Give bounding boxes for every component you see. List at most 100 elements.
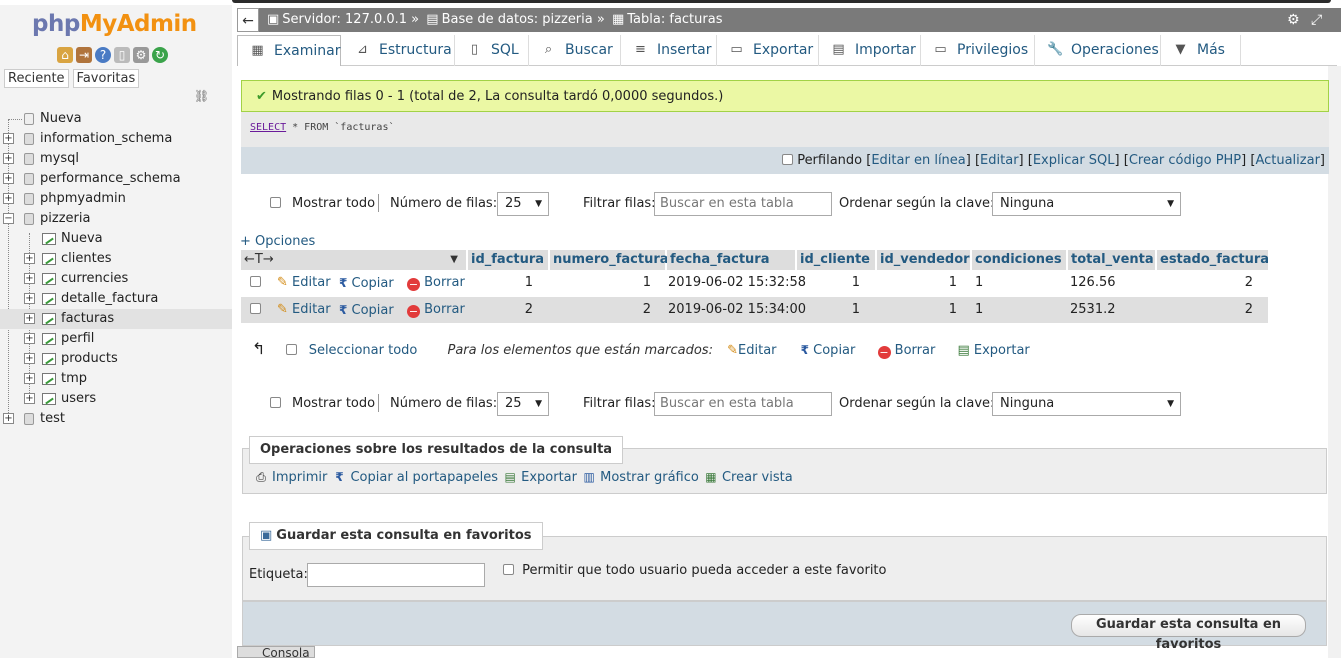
page-scrollbar[interactable]: [1328, 66, 1341, 658]
cell-numero-factura[interactable]: 2: [550, 297, 651, 323]
profiling-checkbox[interactable]: [782, 154, 794, 165]
tree-item-pizzeria[interactable]: − pizzeria: [0, 209, 232, 229]
console-tab[interactable]: Consola: [237, 646, 315, 658]
bulk-delete-button[interactable]: Borrar: [895, 343, 936, 358]
link-icon[interactable]: ⛓: [194, 89, 209, 103]
cell-id-cliente[interactable]: 1: [797, 270, 860, 296]
row-edit-link[interactable]: Editar: [292, 275, 331, 290]
expand-icon[interactable]: +: [24, 353, 35, 364]
tree-item-detalle-factura[interactable]: + detalle_factura: [0, 289, 232, 309]
tab-estructura[interactable]: ⊿ Estructura: [343, 35, 455, 66]
cell-estado-factura[interactable]: 2: [1157, 297, 1253, 323]
col-id-vendedor[interactable]: id_vendedor: [877, 250, 972, 270]
col-fecha-factura[interactable]: fecha_factura: [667, 250, 797, 270]
tab-examinar[interactable]: ▦ Examinar: [237, 35, 341, 66]
cell-condiciones[interactable]: 1: [975, 297, 983, 323]
tab-privilegios[interactable]: ▭ Privilegios: [921, 35, 1035, 66]
cell-id-cliente[interactable]: 1: [797, 297, 860, 323]
breadcrumb-table[interactable]: Tabla: facturas: [627, 12, 722, 27]
select-all-checkbox[interactable]: [285, 344, 297, 355]
filter-input[interactable]: Buscar en esta tabla: [654, 392, 832, 416]
column-arrows[interactable]: ←T→ ▼: [241, 250, 468, 270]
docs-icon[interactable]: ▯: [114, 47, 130, 63]
exit-icon[interactable]: ⇥: [76, 47, 92, 63]
col-total-venta[interactable]: total_venta: [1068, 250, 1157, 270]
expand-icon[interactable]: +: [3, 133, 14, 144]
tree-item-currencies[interactable]: + currencies: [0, 269, 232, 289]
rows-select[interactable]: 25 ▼: [497, 392, 549, 416]
collapse-icon[interactable]: −: [3, 213, 14, 224]
select-all-link[interactable]: Seleccionar todo: [309, 343, 418, 358]
tree-item-new-table[interactable]: Nueva: [0, 229, 232, 249]
tab-mas[interactable]: ▼ Más: [1161, 35, 1241, 66]
expand-icon[interactable]: +: [3, 173, 14, 184]
filter-input[interactable]: Buscar en esta tabla: [654, 192, 832, 216]
cell-id-factura[interactable]: 2: [468, 297, 533, 323]
tree-item-mysql[interactable]: + mysql: [0, 149, 232, 169]
shared-checkbox[interactable]: [503, 564, 514, 575]
fullscreen-icon[interactable]: ⤢: [1311, 8, 1322, 32]
row-copy-link[interactable]: Copiar: [352, 276, 394, 291]
tree-item-performance-schema[interactable]: + performance_schema: [0, 169, 232, 189]
expand-icon[interactable]: +: [24, 273, 35, 284]
tree-item-phpmyadmin[interactable]: + phpmyadmin: [0, 189, 232, 209]
col-condiciones[interactable]: condiciones: [972, 250, 1068, 270]
reload-icon[interactable]: ↻: [152, 47, 168, 63]
tree-item-perfil[interactable]: + perfil: [0, 329, 232, 349]
expand-icon[interactable]: +: [3, 153, 14, 164]
expand-icon[interactable]: +: [24, 333, 35, 344]
rows-select[interactable]: 25 ▼: [497, 192, 549, 216]
help-icon[interactable]: ?: [95, 47, 111, 63]
breadcrumb-database[interactable]: Base de datos: pizzeria »: [442, 12, 605, 27]
bulk-copy-button[interactable]: Copiar: [813, 343, 855, 358]
create-php-code-link[interactable]: Crear código PHP: [1129, 153, 1241, 168]
row-copy-link[interactable]: Copiar: [352, 303, 394, 318]
home-icon[interactable]: ⌂: [57, 47, 73, 63]
save-bookmark-button[interactable]: Guardar esta consulta en favoritos: [1071, 614, 1306, 652]
col-estado-factura[interactable]: estado_factura: [1157, 250, 1269, 270]
col-id-cliente[interactable]: id_cliente: [797, 250, 877, 270]
print-link[interactable]: Imprimir: [272, 470, 327, 485]
tree-item-information-schema[interactable]: + information_schema: [0, 129, 232, 149]
expand-icon[interactable]: +: [24, 373, 35, 384]
tab-buscar[interactable]: ⌕ Buscar: [529, 35, 621, 66]
settings-icon[interactable]: ⚙: [133, 47, 149, 63]
cell-total-venta[interactable]: 126.56: [1070, 270, 1116, 296]
col-id-factura[interactable]: id_factura: [468, 250, 550, 270]
cell-fecha-factura[interactable]: 2019-06-02 15:32:58: [668, 270, 806, 296]
recent-tab[interactable]: Reciente: [4, 69, 69, 88]
row-delete-link[interactable]: Borrar: [424, 275, 465, 290]
cell-id-vendedor[interactable]: 1: [877, 297, 957, 323]
breadcrumb-server[interactable]: Servidor: 127.0.0.1 »: [282, 12, 419, 27]
expand-icon[interactable]: +: [3, 413, 14, 424]
row-checkbox[interactable]: [250, 303, 261, 314]
expand-icon[interactable]: +: [24, 393, 35, 404]
sql-keyword[interactable]: SELECT: [250, 122, 286, 133]
expand-icon[interactable]: +: [24, 293, 35, 304]
row-delete-link[interactable]: Borrar: [424, 302, 465, 317]
tree-item-tmp[interactable]: + tmp: [0, 369, 232, 389]
sort-select[interactable]: Ninguna ▼: [992, 392, 1181, 416]
collapse-nav-button[interactable]: ←: [237, 8, 259, 32]
bookmark-label-input[interactable]: [307, 563, 485, 587]
expand-icon[interactable]: +: [3, 193, 14, 204]
cell-condiciones[interactable]: 1: [975, 270, 983, 296]
bulk-edit-button[interactable]: Editar: [738, 343, 777, 358]
tab-importar[interactable]: ▤ Importar: [819, 35, 921, 66]
cell-id-factura[interactable]: 1: [468, 270, 533, 296]
sort-select[interactable]: Ninguna ▼: [992, 192, 1181, 216]
tab-insertar[interactable]: ≡ Insertar: [621, 35, 717, 66]
tab-sql[interactable]: ▯ SQL: [455, 35, 529, 66]
expand-icon[interactable]: +: [24, 313, 35, 324]
gear-icon[interactable]: ⚙: [1287, 8, 1300, 32]
phpmyadmin-logo[interactable]: phpMyAdmin: [32, 11, 197, 37]
edit-inline-link[interactable]: Editar en línea: [871, 153, 965, 168]
copy-clipboard-link[interactable]: Copiar al portapapeles: [350, 470, 498, 485]
row-edit-link[interactable]: Editar: [292, 302, 331, 317]
tab-operaciones[interactable]: 🔧 Operaciones: [1035, 35, 1161, 66]
row-checkbox[interactable]: [250, 276, 261, 287]
create-view-link[interactable]: Crear vista: [722, 470, 793, 485]
tree-item-clientes[interactable]: + clientes: [0, 249, 232, 269]
options-link[interactable]: + Opciones: [240, 234, 315, 249]
explain-sql-link[interactable]: Explicar SQL: [1033, 153, 1115, 168]
